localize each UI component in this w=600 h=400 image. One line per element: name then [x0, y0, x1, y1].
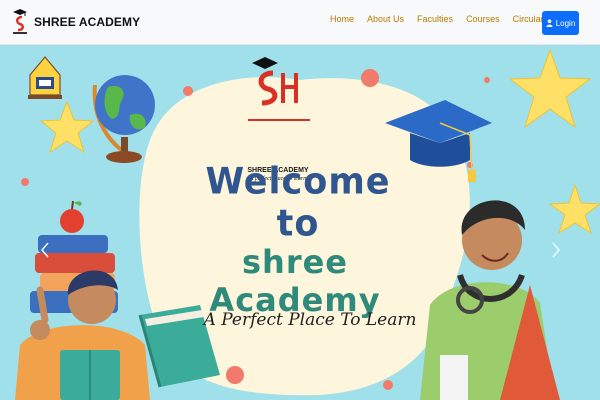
hero-heading-line2: shree Academy: [209, 243, 381, 319]
apple-icon: [60, 200, 84, 233]
pink-ball: [226, 366, 244, 384]
pink-ball: [383, 380, 393, 390]
login-label: Login: [555, 18, 576, 28]
star-icon: [508, 48, 592, 129]
globe-icon: [92, 75, 155, 163]
brand-link[interactable]: SHREE ACADEMY: [10, 6, 140, 38]
pink-ball: [183, 86, 193, 96]
login-button[interactable]: Login: [542, 11, 579, 35]
star-icon: [39, 100, 95, 154]
carousel-next-button[interactable]: [546, 235, 564, 265]
user-icon: [546, 19, 553, 27]
navbar: SHREE ACADEMY Home About Us Faculties Co…: [0, 0, 600, 45]
pink-ball: [484, 77, 490, 83]
pink-ball: [21, 178, 29, 186]
brand-logo-icon: [13, 9, 27, 34]
student-left: [15, 270, 150, 400]
star-icon: [548, 183, 600, 235]
nav-link-about-us[interactable]: About Us: [367, 14, 404, 24]
brand-name: SHREE ACADEMY: [34, 15, 141, 29]
nav-link-faculties[interactable]: Faculties: [417, 14, 453, 24]
school-emblem-icon: [28, 56, 62, 99]
nav-link-home[interactable]: Home: [330, 14, 354, 24]
nav-links: Home About Us Faculties Courses Circular…: [330, 0, 571, 38]
hero-banner: SHREE ACADEMY A perfect place to learn W…: [0, 45, 600, 400]
pink-ball: [361, 69, 379, 87]
nav-link-courses[interactable]: Courses: [466, 14, 500, 24]
hero-tagline: A Perfect Place To Learn: [203, 310, 417, 330]
hero-heading-line1: Welcome to: [205, 161, 391, 245]
carousel-prev-button[interactable]: [38, 235, 56, 265]
